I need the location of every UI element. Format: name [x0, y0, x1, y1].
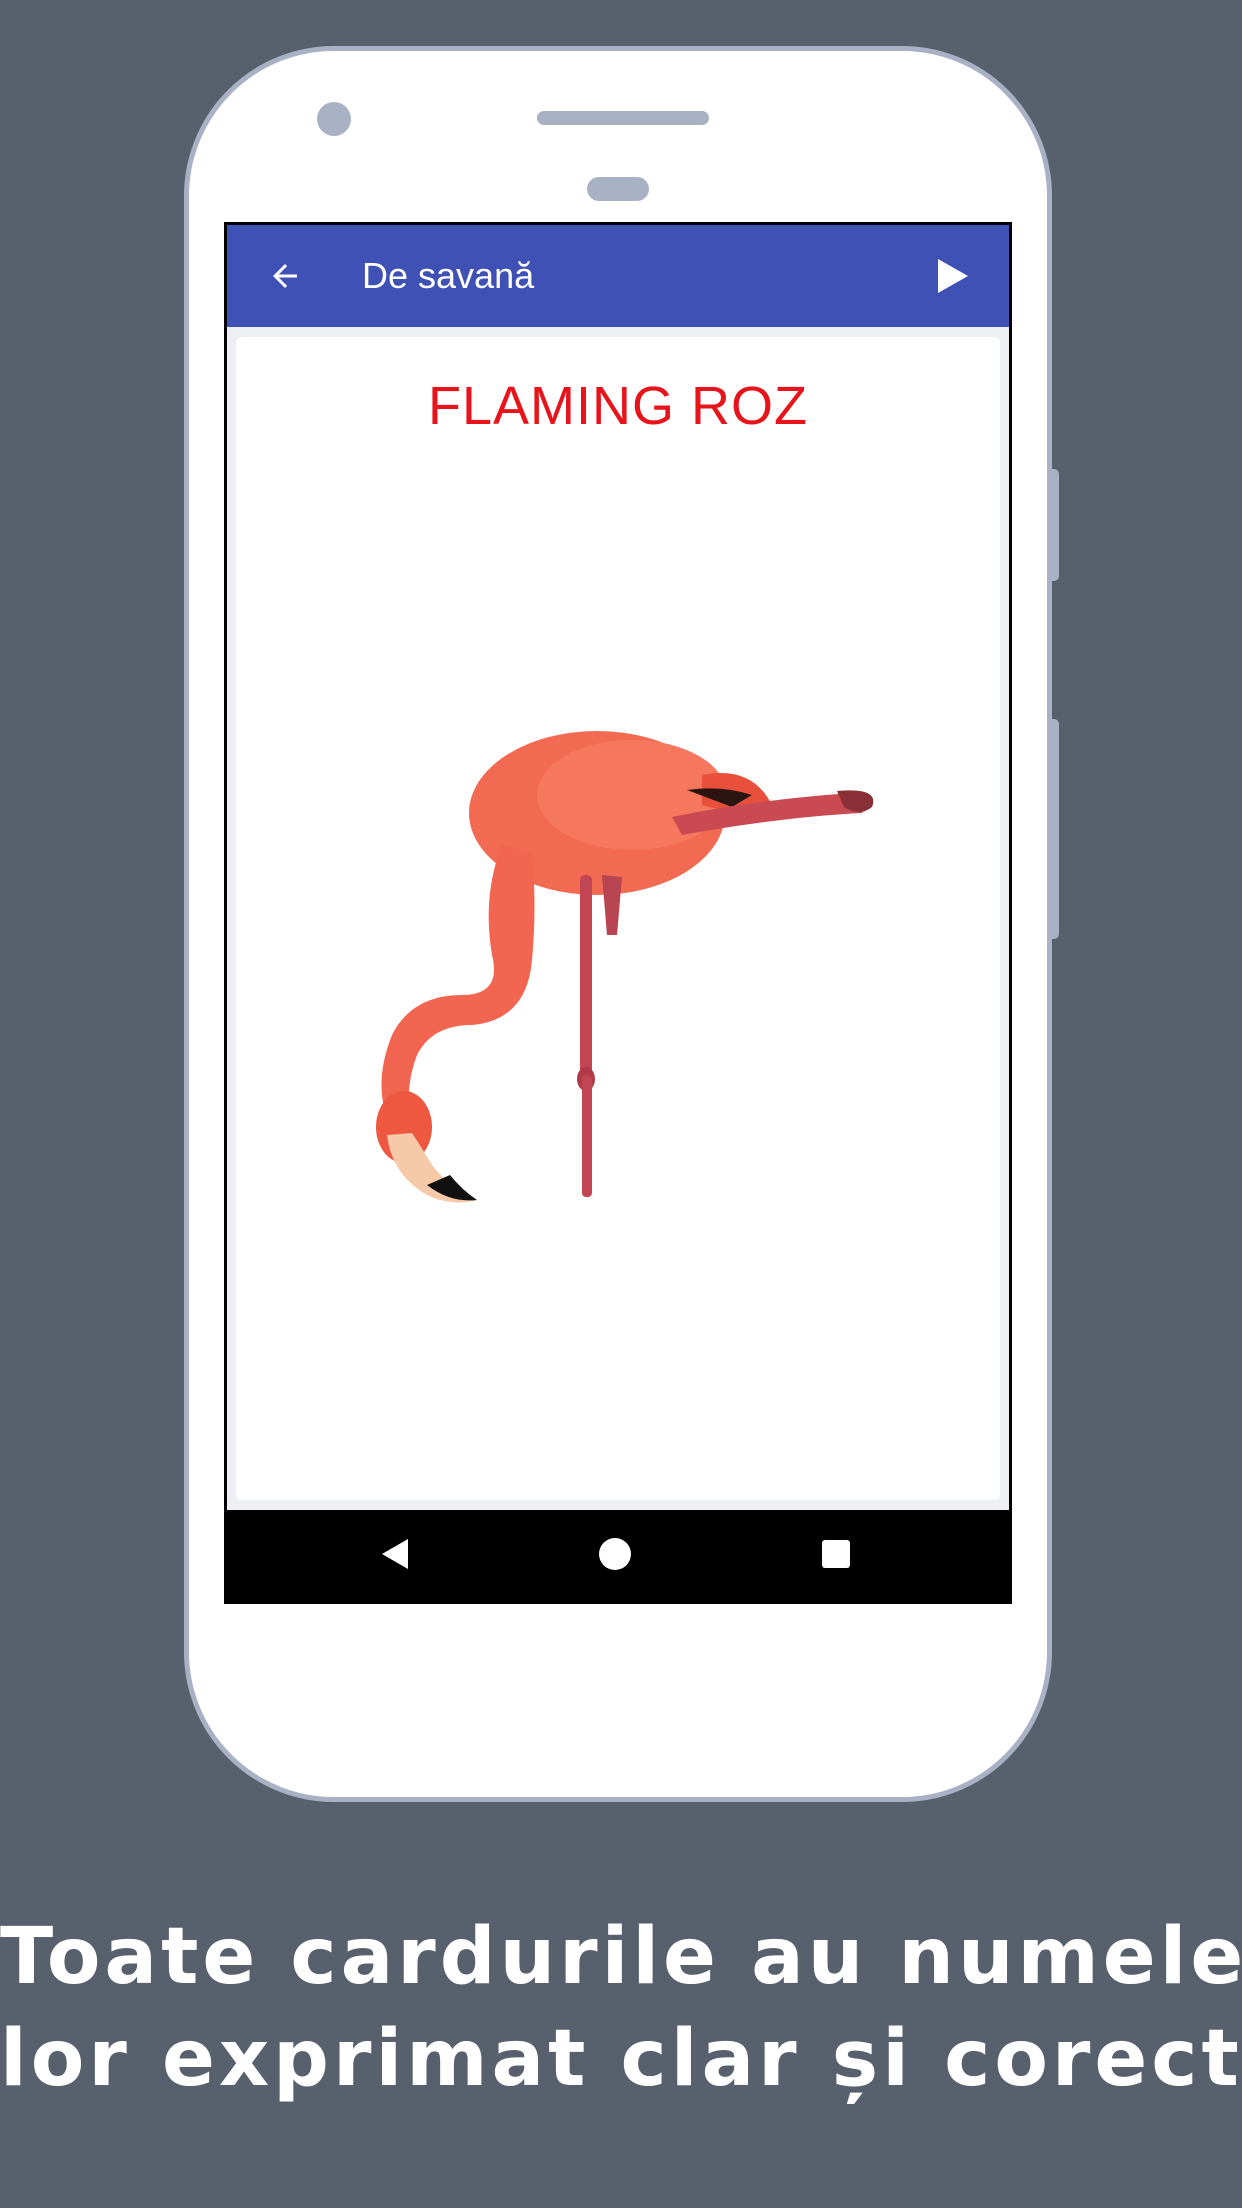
- back-button[interactable]: [257, 248, 313, 304]
- animal-card[interactable]: FLAMING ROZ: [236, 337, 1000, 1500]
- app-bar: De savană: [227, 225, 1009, 327]
- play-icon: [938, 259, 968, 293]
- promo-caption: Toate cardurile au numele lor exprimat c…: [0, 1906, 1242, 2110]
- phone-volume-button: [1050, 469, 1059, 581]
- caption-line-2: lor exprimat clar și corect: [0, 2014, 1242, 2104]
- flamingo-image: [376, 731, 874, 1203]
- phone-camera: [317, 102, 351, 136]
- play-button[interactable]: [925, 248, 981, 304]
- arrow-left-icon: [273, 264, 297, 288]
- nav-home-icon[interactable]: [599, 1538, 631, 1570]
- system-nav-bar: [227, 1510, 1009, 1601]
- phone-screen: De savană FLAMING ROZ: [224, 222, 1012, 1604]
- phone-sensor: [587, 177, 649, 201]
- animal-name: FLAMING ROZ: [427, 376, 808, 436]
- caption-line-1: Toate cardurile au numele: [0, 1912, 1242, 2002]
- content-area: FLAMING ROZ: [227, 327, 1009, 1510]
- phone-power-button: [1050, 719, 1059, 939]
- page-title: De savană: [362, 255, 535, 296]
- nav-recent-icon[interactable]: [822, 1540, 850, 1568]
- nav-back-icon[interactable]: [382, 1539, 408, 1569]
- phone-speaker: [537, 111, 709, 125]
